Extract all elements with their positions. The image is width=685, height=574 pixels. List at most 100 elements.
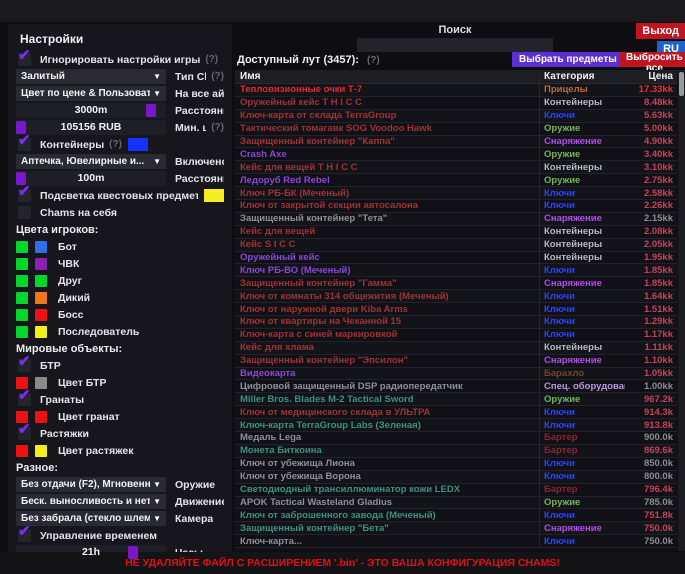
- color-swatch[interactable]: [35, 445, 47, 457]
- table-row[interactable]: APOK Tactical Wasteland GladiusОружие785…: [235, 497, 677, 510]
- item-price: 2.58kk: [625, 188, 677, 199]
- loot-help-icon: (?): [367, 55, 380, 66]
- table-row[interactable]: Защищенный контейнер "Бета"Снаряжение750…: [235, 522, 677, 535]
- table-row[interactable]: Кейс для вещей Т Н I С СКонтейнеры3.10kk: [235, 161, 677, 174]
- color-swatch[interactable]: [16, 292, 28, 304]
- table-row[interactable]: Crash AxeОружие3.40kk: [235, 148, 677, 161]
- color-swatch[interactable]: [35, 275, 47, 287]
- search-input[interactable]: [357, 38, 553, 52]
- table-row[interactable]: Тепловизионные очки Т-7Прицелы17.33kk: [235, 84, 677, 97]
- loot-scrollbar-thumb[interactable]: [679, 72, 684, 96]
- color-swatch[interactable]: [35, 411, 47, 423]
- table-row[interactable]: Кейс S I C CКонтейнеры2.05kk: [235, 239, 677, 252]
- table-row[interactable]: Оружейный кейсКонтейнеры1.95kk: [235, 252, 677, 265]
- table-row[interactable]: Ключ от комнаты 314 общежития (Меченый)К…: [235, 290, 677, 303]
- checkbox[interactable]: [18, 206, 31, 219]
- table-row[interactable]: Монета БиткоинаБартер869.6k: [235, 445, 677, 458]
- item-category: Ключи: [539, 187, 625, 199]
- table-row[interactable]: Ключ РБ-БК (Меченый)Ключи2.58kk: [235, 187, 677, 200]
- dropdown[interactable]: Аптечка, Ювелирные и...▼: [16, 154, 166, 169]
- color-swatch[interactable]: [204, 189, 224, 202]
- slider-value: 105156 RUB: [16, 120, 166, 135]
- table-row[interactable]: Ледоруб Red RebelОружие2.75kk: [235, 174, 677, 187]
- dropdown[interactable]: Залитый▼: [16, 69, 166, 84]
- color-swatch[interactable]: [35, 258, 47, 270]
- dropdown[interactable]: Без забрала (стекло шлема)▼: [16, 511, 166, 526]
- table-row[interactable]: Ключ-карта...Ключи750.0k: [235, 535, 677, 548]
- checkbox[interactable]: ✔: [18, 529, 31, 542]
- table-row[interactable]: Медаль LegaБартер900.0k: [235, 432, 677, 445]
- color-swatch[interactable]: [16, 258, 28, 270]
- table-row[interactable]: Защищенный контейнер "Каппа"Снаряжение4.…: [235, 136, 677, 149]
- table-row[interactable]: Ключ РБ-ВО (Меченый)Ключи1.85kk: [235, 264, 677, 277]
- table-row[interactable]: Ключ от наружной двери Kiba ArmsКлючи1.5…: [235, 303, 677, 316]
- color-swatch[interactable]: [16, 326, 28, 338]
- table-row[interactable]: ВидеокартаБарахло1.05kk: [235, 368, 677, 381]
- table-row[interactable]: Ключ от убежища ЛионаКлючи850.0k: [235, 458, 677, 471]
- settings-row-27: Без забрала (стекло шлема)▼Камера: [16, 511, 224, 526]
- checkbox[interactable]: ✔: [18, 189, 31, 202]
- slider[interactable]: 100m: [16, 171, 166, 186]
- column-header-name[interactable]: Имя: [235, 71, 539, 82]
- table-row[interactable]: Оружейный кейс Т Н I С СКонтейнеры8.48kk: [235, 97, 677, 110]
- slider-ctrl: 3000m: [16, 103, 166, 118]
- settings-row-13: Друг: [16, 273, 224, 288]
- item-category: Бартер: [539, 484, 625, 496]
- table-row[interactable]: Кейс для вещейКонтейнеры2.08kk: [235, 226, 677, 239]
- dropdown-value: Без забрала (стекло шлема): [21, 513, 150, 524]
- table-row[interactable]: Ключ от медицинского склада в УЛЬТРАКлюч…: [235, 406, 677, 419]
- config-warning-text: НЕ УДАЛЯЙТЕ ФАЙЛ С РАСШИРЕНИЕМ '.bin' - …: [125, 557, 560, 569]
- item-category: Ключи: [539, 535, 625, 547]
- table-row[interactable]: Защищенный контейнер "Эпсилон"Снаряжение…: [235, 355, 677, 368]
- color-swatch[interactable]: [16, 241, 28, 253]
- settings-rows: ✔Игнорировать настройки игры(?)Залитый▼Т…: [16, 52, 224, 560]
- color-swatch[interactable]: [16, 275, 28, 287]
- table-row[interactable]: Miller Bros. Blades M-2 Tactical SwordОр…: [235, 393, 677, 406]
- table-row[interactable]: Защищенный контейнер "Гамма"Снаряжение1.…: [235, 277, 677, 290]
- table-row[interactable]: Цифровой защищенный DSP радиопередатчикС…: [235, 380, 677, 393]
- dropdown[interactable]: Без отдачи (F2), Мгновенное п▼: [16, 477, 166, 492]
- drop-all-button[interactable]: Выбросить все: [620, 52, 685, 67]
- table-row[interactable]: Ключ-карта с синей маркировкойКлючи1.17k…: [235, 329, 677, 342]
- exit-button[interactable]: Выход: [636, 23, 685, 39]
- color-swatch[interactable]: [35, 377, 47, 389]
- chevron-down-icon: ▼: [153, 157, 161, 166]
- table-row[interactable]: Ключ-карта от склада TerraGroupКлючи5.63…: [235, 110, 677, 123]
- slider[interactable]: 3000m: [16, 103, 166, 118]
- color-swatch[interactable]: [35, 309, 47, 321]
- item-price: 967.2k: [625, 394, 677, 405]
- table-row[interactable]: Светодиодный трансиллюминатор кожи LEDXБ…: [235, 484, 677, 497]
- color-swatch[interactable]: [35, 241, 47, 253]
- settings-row-12: ЧВК: [16, 256, 224, 271]
- column-header-category[interactable]: Категория: [539, 70, 625, 83]
- color-swatch[interactable]: [16, 309, 28, 321]
- dropdown[interactable]: Цвет по цене & Пользователь▼: [16, 86, 166, 101]
- checkbox[interactable]: ✔: [18, 53, 31, 66]
- color-swatch[interactable]: [35, 326, 47, 338]
- dropdown-value: Залитый: [21, 71, 65, 82]
- table-row[interactable]: Защищенный контейнер "Тета"Снаряжение2.1…: [235, 213, 677, 226]
- checkbox[interactable]: ✔: [18, 359, 31, 372]
- checkbox-label: БТР: [40, 360, 61, 372]
- dropdown[interactable]: Беск. выносливость и нет уста▼: [16, 494, 166, 509]
- color-swatch[interactable]: [35, 292, 47, 304]
- table-row[interactable]: Ключ от убежища ВоронаКлючи800.0k: [235, 471, 677, 484]
- column-header-price[interactable]: Цена: [625, 71, 677, 82]
- slider[interactable]: 21h: [16, 545, 166, 560]
- checkbox[interactable]: ✔: [18, 427, 31, 440]
- table-row[interactable]: Ключ-карта TerraGroup Labs (Зеленая)Ключ…: [235, 419, 677, 432]
- color-swatch[interactable]: [16, 445, 28, 457]
- table-row[interactable]: Ключ от закрытой секции автосалонаКлючи2…: [235, 200, 677, 213]
- item-name: Ключ-карта с синей маркировкой: [235, 329, 539, 340]
- table-row[interactable]: Кейс для хламаКонтейнеры1.11kk: [235, 342, 677, 355]
- color-swatch[interactable]: [128, 138, 148, 151]
- loot-scrollbar[interactable]: [678, 70, 685, 551]
- table-row[interactable]: Ключ от заброшенного завода (Меченый)Клю…: [235, 509, 677, 522]
- slider[interactable]: 105156 RUB: [16, 120, 166, 135]
- checkbox[interactable]: ✔: [18, 393, 31, 406]
- checkbox[interactable]: ✔: [18, 138, 31, 151]
- table-row[interactable]: Ключ от квартиры на Чеканной 15Ключи1.29…: [235, 316, 677, 329]
- table-row[interactable]: Тактический томагавк SOG Voodoo HawkОруж…: [235, 123, 677, 136]
- chevron-down-icon: ▼: [153, 514, 161, 523]
- item-name: Защищенный контейнер "Каппа": [235, 136, 539, 147]
